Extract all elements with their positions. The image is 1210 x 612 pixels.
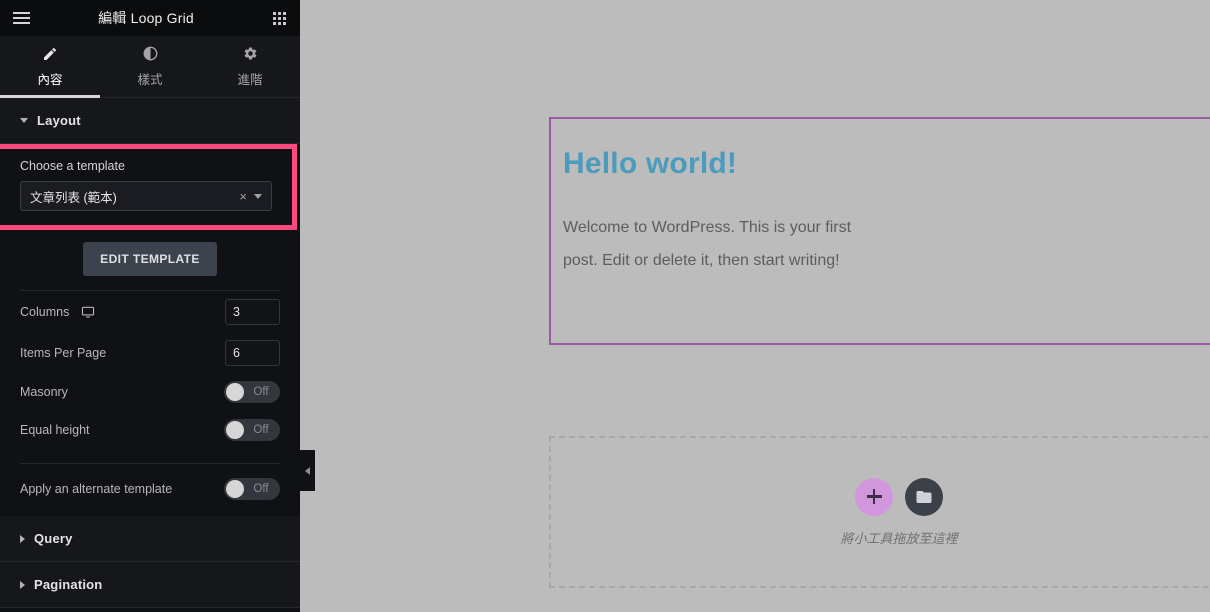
folder-icon xyxy=(916,490,932,503)
control-row-columns: Columns xyxy=(0,291,300,332)
control-label-columns-text: Columns xyxy=(20,304,70,319)
tab-advanced[interactable]: 進階 xyxy=(200,36,300,97)
section-header-layout[interactable]: Layout xyxy=(0,98,300,144)
masonry-toggle[interactable]: Off xyxy=(224,381,280,403)
equal-height-toggle-state: Off xyxy=(253,424,269,436)
items-per-page-input[interactable] xyxy=(225,339,280,366)
choose-template-select[interactable]: 文章列表 (範本) × xyxy=(20,181,272,211)
edit-template-button[interactable]: EDIT TEMPLATE xyxy=(83,242,217,276)
widget-dropzone[interactable]: 將小工具拖放至這裡 xyxy=(549,436,1210,588)
post-excerpt-line: post. Edit or delete it, then start writ… xyxy=(563,252,840,269)
dropzone-buttons xyxy=(855,477,943,516)
chevron-down-icon[interactable] xyxy=(254,193,262,199)
section-body-layout: Choose a template 文章列表 (範本) × EDIT TEMPL… xyxy=(0,144,300,516)
control-row-equal-height: Equal height Off xyxy=(0,411,300,449)
section-title-pagination: Pagination xyxy=(34,577,103,592)
toggle-knob xyxy=(226,480,244,498)
tab-style[interactable]: 樣式 xyxy=(100,36,200,97)
toggle-knob xyxy=(226,421,244,439)
dropzone-hint-text: 將小工具拖放至這裡 xyxy=(840,530,958,546)
tab-advanced-label: 進階 xyxy=(237,73,263,87)
editor-panel: 編輯 Loop Grid 內容 樣式 進階 Layout Choose a te… xyxy=(0,0,300,612)
columns-input[interactable] xyxy=(225,298,280,325)
add-widget-button[interactable] xyxy=(855,477,893,516)
pencil-icon xyxy=(42,45,58,62)
control-label-alternate-template: Apply an alternate template xyxy=(20,482,173,496)
template-library-button[interactable] xyxy=(905,477,943,516)
section-title-query: Query xyxy=(34,531,73,546)
control-label-masonry: Masonry xyxy=(20,385,68,399)
editor-canvas: Hello world! Welcome to WordPress. This … xyxy=(300,0,1210,612)
post-title: Hello world! xyxy=(563,147,738,180)
toggle-knob xyxy=(226,383,244,401)
chevron-right-icon xyxy=(20,580,25,589)
tab-content-label: 內容 xyxy=(37,73,63,87)
control-row-items-per-page: Items Per Page xyxy=(0,332,300,373)
control-label-items-per-page: Items Per Page xyxy=(20,345,107,360)
post-excerpt-line: Welcome to WordPress. This is your first xyxy=(563,219,852,236)
equal-height-toggle[interactable]: Off xyxy=(224,419,280,441)
grid-apps-icon[interactable] xyxy=(261,0,297,36)
masonry-toggle-state: Off xyxy=(253,386,269,398)
choose-template-highlight: Choose a template 文章列表 (範本) × xyxy=(0,144,297,230)
contrast-icon xyxy=(143,45,158,62)
panel-tabs: 內容 樣式 進階 xyxy=(0,36,300,98)
tab-style-label: 樣式 xyxy=(137,73,163,87)
gear-icon xyxy=(243,45,258,62)
alternate-template-toggle-state: Off xyxy=(253,483,269,495)
choose-template-label: Choose a template xyxy=(20,159,125,173)
section-header-query[interactable]: Query xyxy=(0,516,300,562)
section-title-layout: Layout xyxy=(37,113,81,128)
tab-content[interactable]: 內容 xyxy=(0,36,100,98)
control-row-masonry: Masonry Off xyxy=(0,373,300,411)
section-header-pagination[interactable]: Pagination xyxy=(0,562,300,608)
elementor-editor: 編輯 Loop Grid 內容 樣式 進階 Layout Choose a te… xyxy=(0,0,1210,612)
post-preview-widget[interactable]: Hello world! Welcome to WordPress. This … xyxy=(549,117,1210,345)
chevron-down-icon xyxy=(20,118,28,123)
chevron-right-icon xyxy=(20,534,25,543)
control-row-alternate-template: Apply an alternate template Off xyxy=(0,464,300,514)
chevron-left-icon xyxy=(305,466,310,475)
choose-template-value: 文章列表 (範本) xyxy=(30,190,117,205)
control-label-equal-height: Equal height xyxy=(20,423,90,437)
panel-collapse-handle[interactable] xyxy=(300,450,315,491)
panel-header: 編輯 Loop Grid xyxy=(0,0,300,36)
alternate-template-toggle[interactable]: Off xyxy=(224,478,280,500)
desktop-icon[interactable] xyxy=(81,305,95,319)
edit-template-row: EDIT TEMPLATE xyxy=(0,230,300,290)
plus-icon xyxy=(866,489,882,504)
clear-icon[interactable]: × xyxy=(232,189,254,204)
control-label-columns: Columns xyxy=(20,305,225,319)
page-title: 編輯 Loop Grid xyxy=(98,10,194,26)
